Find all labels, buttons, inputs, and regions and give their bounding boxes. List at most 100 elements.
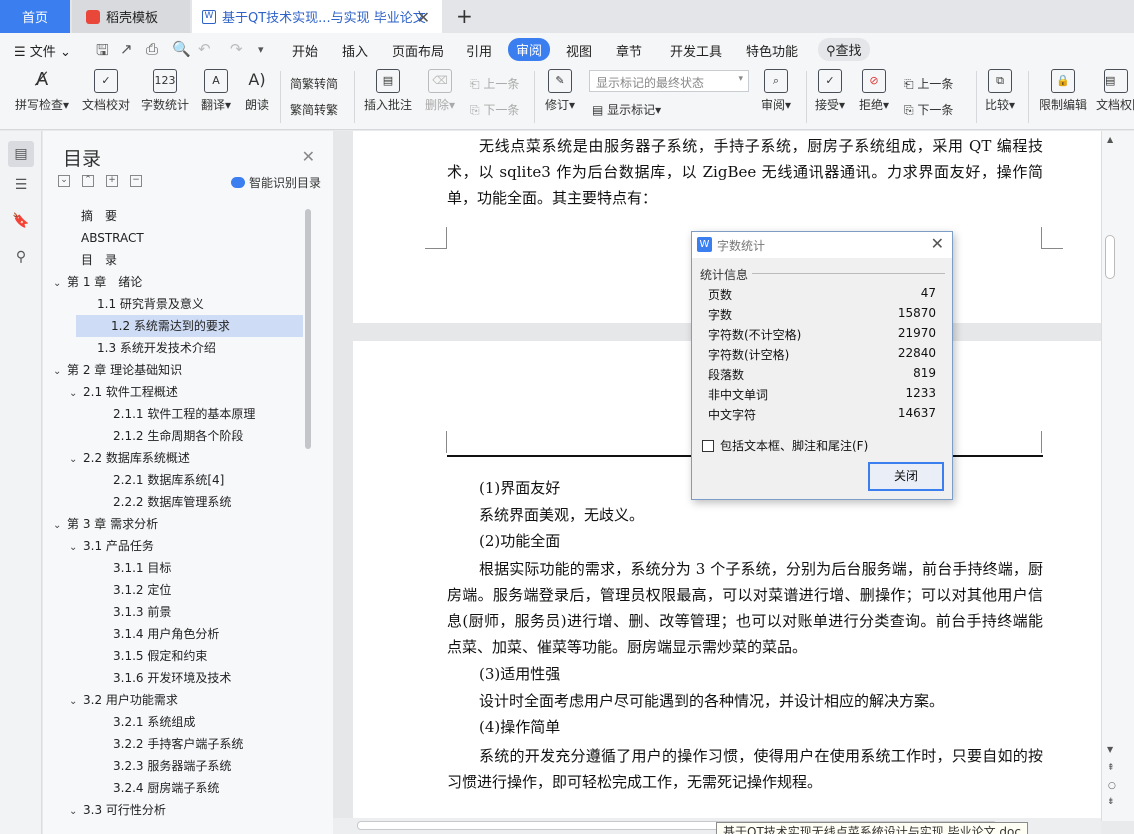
- prev-page-icon[interactable]: ⇞: [1107, 763, 1115, 773]
- toc-item[interactable]: ⌄ 第 2 章 理论基础知识: [43, 359, 305, 381]
- include-textbox-checkbox[interactable]: 包括文本框、脚注和尾注(F): [702, 437, 868, 454]
- toc-item[interactable]: 1.3 系统开发技术介绍: [43, 337, 305, 359]
- tab-close-icon[interactable]: ✕: [417, 8, 430, 27]
- tab-templates[interactable]: 稻壳模板: [72, 0, 190, 33]
- next-change-button[interactable]: ⎘ 下一条: [904, 101, 953, 118]
- menu-features[interactable]: 特色功能: [746, 41, 798, 60]
- accept-button[interactable]: ✓ 接受▾: [812, 69, 848, 113]
- toc-item[interactable]: ⌄ 第 3 章 需求分析: [43, 513, 305, 535]
- menu-insert[interactable]: 插入: [342, 41, 368, 60]
- toc-item[interactable]: 目 录: [43, 249, 305, 271]
- track-changes-button[interactable]: ✎ 修订▾: [542, 69, 578, 113]
- spell-check-button[interactable]: A̸ 拼写检查▾: [12, 69, 72, 113]
- save-icon[interactable]: 🖫: [96, 40, 109, 65]
- show-markup-button[interactable]: ▤ 显示标记▾: [592, 101, 661, 118]
- checkbox-box[interactable]: [702, 440, 714, 452]
- toc-item[interactable]: ⌄ 第 1 章 绪论: [43, 271, 305, 293]
- menu-view[interactable]: 视图: [566, 41, 592, 60]
- toc-item[interactable]: 3.1.6 开发环境及技术: [43, 667, 305, 689]
- trad-to-simp-button[interactable]: 简繁转简: [290, 75, 338, 92]
- doc-proofread-button[interactable]: ✓ 文档校对: [80, 69, 132, 113]
- menu-layout[interactable]: 页面布局: [392, 41, 444, 60]
- toc-item[interactable]: 3.2.2 手持客户端子系统: [43, 733, 305, 755]
- tab-document[interactable]: W 基于QT技术实现...与实现 毕业论文 ✕: [192, 0, 442, 33]
- vertical-scrollbar-thumb[interactable]: [1105, 235, 1115, 279]
- toc-item[interactable]: ⌄ 3.1 产品任务: [43, 535, 305, 557]
- simp-to-trad-button[interactable]: 繁简转繁: [290, 101, 338, 118]
- toc-item[interactable]: 2.1.1 软件工程的基本原理: [43, 403, 305, 425]
- chevron-down-icon[interactable]: ⌄: [69, 383, 83, 405]
- toc-item[interactable]: ⌄ 3.3 可行性分析: [43, 799, 305, 817]
- close-icon[interactable]: ✕: [931, 234, 944, 253]
- compare-button[interactable]: ⧉ 比较▾: [982, 69, 1018, 113]
- toc-item[interactable]: ⌄ 3.2 用户功能需求: [43, 689, 305, 711]
- next-comment-button[interactable]: ⎘ 下一条: [470, 101, 519, 118]
- doc-permission-button[interactable]: ▤文档权限: [1096, 69, 1134, 113]
- toc-item[interactable]: ⌄ 2.2 数据库系统概述: [43, 447, 305, 469]
- chevron-down-icon[interactable]: ⌄: [53, 361, 67, 383]
- delete-comment-button[interactable]: ⌫ 删除▾: [420, 69, 460, 113]
- menu-devtools[interactable]: 开发工具: [670, 41, 722, 60]
- print-icon[interactable]: ⎙: [146, 40, 158, 58]
- close-button[interactable]: 关闭: [868, 462, 944, 491]
- tab-home[interactable]: 首页: [0, 0, 70, 33]
- toc-item[interactable]: 3.1.3 前景: [43, 601, 305, 623]
- toc-item[interactable]: 3.1.1 目标: [43, 557, 305, 579]
- redo-icon[interactable]: ↷: [230, 40, 243, 58]
- scroll-down-icon[interactable]: ▼: [1107, 745, 1113, 754]
- chevron-down-icon[interactable]: ⌄: [69, 801, 83, 817]
- next-page-icon[interactable]: ⇟: [1107, 797, 1115, 807]
- insert-comment-button[interactable]: ▤ 插入批注: [362, 69, 414, 113]
- word-count-button[interactable]: 123 字数统计: [140, 69, 190, 113]
- reject-button[interactable]: ⊘ 拒绝▾: [856, 69, 892, 113]
- toc-item[interactable]: 摘 要: [43, 205, 305, 227]
- add-heading-icon[interactable]: +: [106, 175, 118, 187]
- toc-item[interactable]: 3.2.3 服务器端子系统: [43, 755, 305, 777]
- toc-item[interactable]: 3.2.1 系统组成: [43, 711, 305, 733]
- toc-item[interactable]: 3.2.4 厨房端子系统: [43, 777, 305, 799]
- toc-item[interactable]: 3.1.4 用户角色分析: [43, 623, 305, 645]
- expand-up-icon[interactable]: ⌃: [82, 175, 94, 187]
- scroll-up-icon[interactable]: ▲: [1107, 135, 1113, 144]
- menu-search[interactable]: ⚲查找: [818, 38, 870, 61]
- toc-item[interactable]: 2.2.2 数据库管理系统: [43, 491, 305, 513]
- chevron-down-icon[interactable]: ⌄: [53, 515, 67, 537]
- toc-item[interactable]: 2.2.1 数据库系统[4]: [43, 469, 305, 491]
- read-aloud-button[interactable]: A) 朗读: [242, 69, 272, 113]
- toc-item[interactable]: 1.1 研究背景及意义: [43, 293, 305, 315]
- export-icon[interactable]: ↗: [120, 40, 133, 58]
- menu-reference[interactable]: 引用: [466, 41, 492, 60]
- file-menu[interactable]: ☰ 文件 ⌄: [14, 41, 71, 60]
- toc-item[interactable]: 2.1.2 生命周期各个阶段: [43, 425, 305, 447]
- toc-item[interactable]: ⌄ 2.1 软件工程概述: [43, 381, 305, 403]
- toc-scrollbar[interactable]: [305, 209, 311, 449]
- prev-change-button[interactable]: ⎗ 上一条: [904, 75, 953, 92]
- chevron-down-icon[interactable]: ⌄: [69, 537, 83, 559]
- menu-chapter[interactable]: 章节: [616, 41, 642, 60]
- chevron-down-icon[interactable]: ⌄: [53, 273, 67, 295]
- toc-item[interactable]: 1.2 系统需达到的要求: [76, 315, 303, 337]
- collapse-all-icon[interactable]: ⌄: [58, 175, 70, 187]
- smart-toc-button[interactable]: 智能识别目录: [230, 174, 321, 191]
- chapter-nav-icon[interactable]: ☰: [12, 177, 30, 195]
- prev-comment-button[interactable]: ⎗ 上一条: [470, 75, 519, 92]
- toc-item[interactable]: ABSTRACT: [43, 227, 305, 249]
- undo-icon[interactable]: ↶: [198, 40, 211, 58]
- translate-button[interactable]: A 翻译▾: [198, 69, 234, 113]
- review-pane-button[interactable]: ⌕ 审阅▾: [758, 69, 794, 113]
- menu-review[interactable]: 审阅: [508, 38, 551, 61]
- restrict-edit-button[interactable]: 🔒 限制编辑: [1036, 69, 1090, 113]
- bookmark-icon[interactable]: 🔖: [12, 213, 30, 231]
- browse-object-icon[interactable]: ○: [1108, 781, 1116, 791]
- markup-state-select[interactable]: 显示标记的最终状态 ▾: [589, 70, 749, 92]
- remove-heading-icon[interactable]: −: [130, 175, 142, 187]
- close-icon[interactable]: ✕: [302, 147, 315, 166]
- toc-item[interactable]: 3.1.5 假定和约束: [43, 645, 305, 667]
- chevron-down-icon[interactable]: ⌄: [69, 691, 83, 713]
- new-tab-plus-icon[interactable]: +: [456, 4, 473, 28]
- toc-item[interactable]: 3.1.2 定位: [43, 579, 305, 601]
- quick-access-dropdown-icon[interactable]: ▾: [258, 43, 264, 56]
- chevron-down-icon[interactable]: ⌄: [69, 449, 83, 471]
- menu-start[interactable]: 开始: [292, 41, 318, 60]
- find-icon[interactable]: ⚲: [12, 249, 30, 267]
